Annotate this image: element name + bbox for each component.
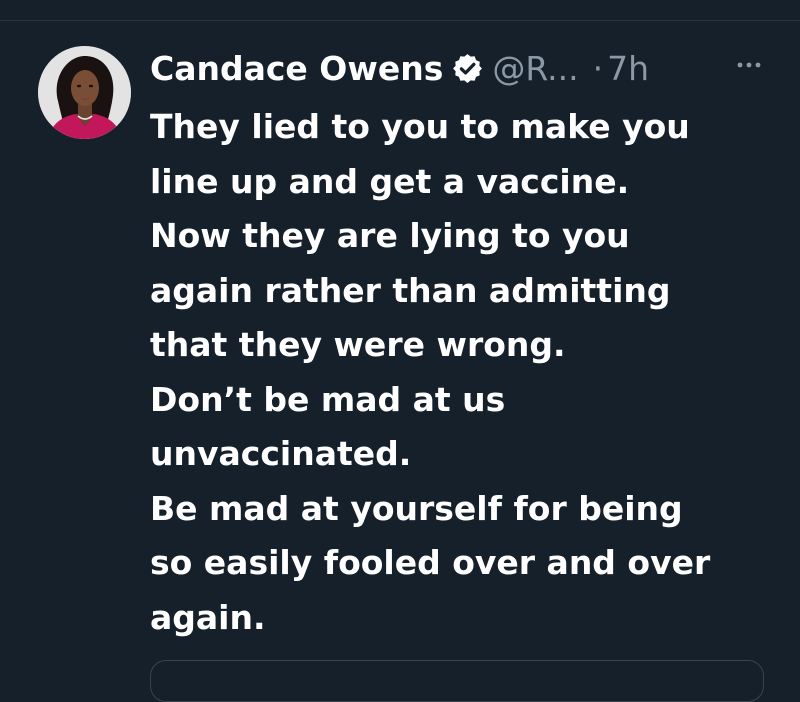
tweet-text-line: Be mad at yourself for being bbox=[150, 488, 683, 528]
author-display-name[interactable]: Candace Owens bbox=[150, 49, 443, 88]
tweet-text-line: so easily fooled over and over bbox=[150, 543, 711, 582]
separator-dot: · bbox=[592, 48, 604, 88]
tweet-text-line: line up and get a vaccine. bbox=[150, 161, 630, 201]
tweet-text: They lied to you to make you line up and… bbox=[150, 100, 770, 645]
tweet-text-line: again. bbox=[150, 597, 266, 637]
tweet-text-line: Don’t be mad at us bbox=[150, 379, 506, 419]
embedded-card-edge[interactable] bbox=[150, 660, 764, 702]
tweet-header: Candace Owens @R... · 7h bbox=[150, 44, 649, 92]
tweet-text-line: unvaccinated. bbox=[150, 434, 412, 473]
avatar-image bbox=[38, 46, 131, 139]
tweet-text-line: Now they are lying to you bbox=[150, 216, 630, 255]
verified-badge-icon bbox=[451, 52, 484, 85]
tweet-text-line: that they were wrong. bbox=[150, 325, 566, 364]
more-options-icon[interactable] bbox=[734, 50, 764, 80]
avatar[interactable] bbox=[38, 46, 131, 139]
tweet[interactable]: Candace Owens @R... · 7h They lied to yo… bbox=[0, 0, 800, 702]
author-handle[interactable]: @R... bbox=[492, 49, 578, 88]
tweet-timestamp[interactable]: 7h bbox=[607, 49, 649, 88]
tweet-text-line: again rather than admitting bbox=[150, 270, 671, 310]
tweet-text-line: They lied to you to make you bbox=[150, 107, 690, 146]
